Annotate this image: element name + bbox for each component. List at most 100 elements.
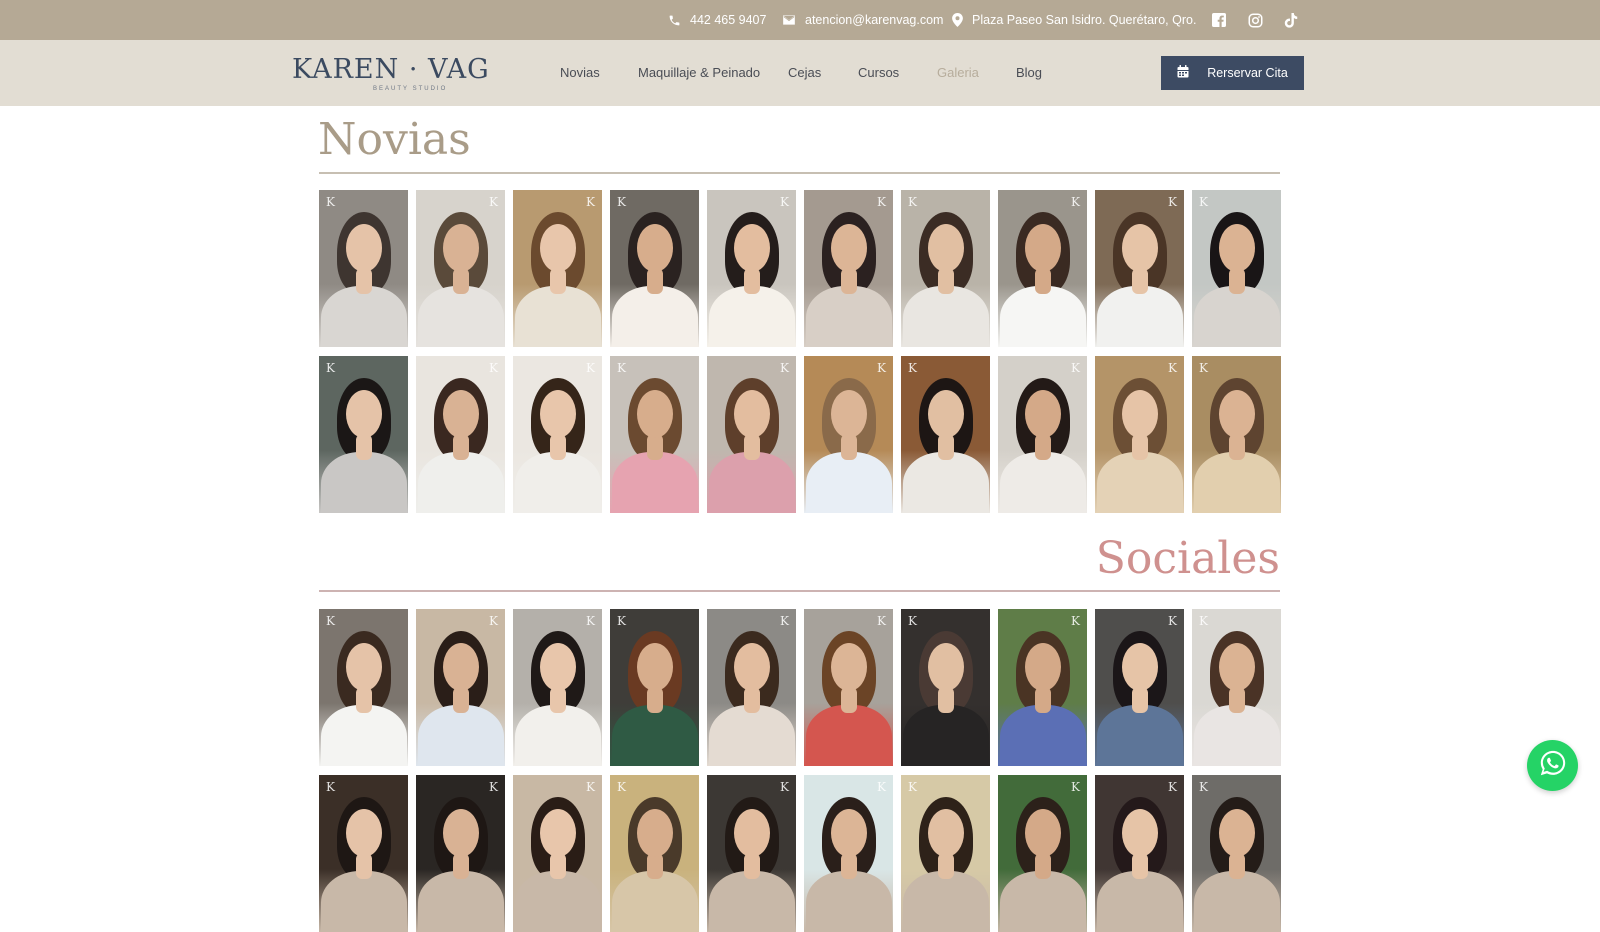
book-appointment-button[interactable]: Rerservar Cita xyxy=(1161,56,1304,90)
brand-logo[interactable]: KAREN · VAG BEAUTY STUDIO xyxy=(292,50,489,98)
phone-link[interactable]: 442 465 9407 xyxy=(668,0,766,40)
watermark-logo: K xyxy=(908,361,917,375)
novias-photo[interactable]: K xyxy=(998,190,1087,347)
nav-blog[interactable]: Blog xyxy=(1016,40,1042,106)
watermark-logo: K xyxy=(877,361,886,375)
novias-photo[interactable]: K xyxy=(1095,190,1184,347)
nav-galeria[interactable]: Galeria xyxy=(937,40,979,106)
photo-face-shape xyxy=(345,643,382,691)
sociales-photo[interactable]: K xyxy=(610,609,699,766)
sociales-photo[interactable]: K xyxy=(1192,775,1281,932)
watermark-logo: K xyxy=(1168,195,1177,209)
novias-photo[interactable]: K xyxy=(1192,356,1281,513)
watermark-logo: K xyxy=(1199,780,1208,794)
novias-photo[interactable]: K xyxy=(513,356,602,513)
sociales-photo[interactable]: K xyxy=(998,609,1087,766)
watermark-logo: K xyxy=(1199,614,1208,628)
watermark-logo: K xyxy=(908,780,917,794)
watermark-logo: K xyxy=(617,361,626,375)
photo-face-shape xyxy=(442,643,479,691)
tiktok-icon[interactable] xyxy=(1282,11,1300,29)
novias-photo[interactable]: K xyxy=(1095,356,1184,513)
sociales-photo[interactable]: K xyxy=(319,775,408,932)
photo-body-shape xyxy=(999,871,1086,932)
gallery-row-novias-2: KKKKKKKKKK xyxy=(319,356,1281,513)
address-link[interactable]: Plaza Paseo San Isidro. Querétaro, Qro. xyxy=(952,0,1196,40)
photo-body-shape xyxy=(514,705,601,766)
whatsapp-button[interactable] xyxy=(1527,740,1578,791)
sociales-photo[interactable]: K xyxy=(901,609,990,766)
photo-face-shape xyxy=(442,809,479,857)
novias-photo[interactable]: K xyxy=(901,190,990,347)
photo-body-shape xyxy=(902,705,989,766)
sociales-photo[interactable]: K xyxy=(998,775,1087,932)
novias-photo[interactable]: K xyxy=(804,190,893,347)
sociales-photo[interactable]: K xyxy=(513,775,602,932)
email-link[interactable]: atencion@karenvag.com xyxy=(782,0,943,40)
sociales-photo[interactable]: K xyxy=(319,609,408,766)
photo-body-shape xyxy=(708,286,795,347)
sociales-photo[interactable]: K xyxy=(804,609,893,766)
watermark-logo: K xyxy=(780,361,789,375)
photo-body-shape xyxy=(320,705,407,766)
photo-face-shape xyxy=(733,224,770,272)
novias-photo[interactable]: K xyxy=(610,190,699,347)
photo-face-shape xyxy=(830,809,867,857)
sociales-photo[interactable]: K xyxy=(416,609,505,766)
calendar-icon xyxy=(1177,65,1189,81)
sociales-photo[interactable]: K xyxy=(901,775,990,932)
facebook-icon[interactable] xyxy=(1210,11,1228,29)
photo-body-shape xyxy=(417,871,504,932)
sociales-photo[interactable]: K xyxy=(416,775,505,932)
novias-photo[interactable]: K xyxy=(610,356,699,513)
photo-body-shape xyxy=(1193,286,1280,347)
photo-body-shape xyxy=(611,452,698,513)
instagram-icon[interactable] xyxy=(1246,11,1264,29)
book-appointment-label: Rerservar Cita xyxy=(1207,66,1288,80)
sociales-photo[interactable]: K xyxy=(707,775,796,932)
photo-face-shape xyxy=(1218,224,1255,272)
photo-face-shape xyxy=(830,643,867,691)
novias-photo[interactable]: K xyxy=(416,356,505,513)
sociales-photo[interactable]: K xyxy=(610,775,699,932)
sociales-photo[interactable]: K xyxy=(707,609,796,766)
logo-subtitle: BEAUTY STUDIO xyxy=(373,86,448,92)
nav-cursos[interactable]: Cursos xyxy=(858,40,899,106)
watermark-logo: K xyxy=(877,614,886,628)
novias-photo[interactable]: K xyxy=(513,190,602,347)
photo-body-shape xyxy=(1096,871,1183,932)
photo-body-shape xyxy=(611,705,698,766)
photo-body-shape xyxy=(708,871,795,932)
sociales-photo[interactable]: K xyxy=(1095,775,1184,932)
photo-face-shape xyxy=(1218,643,1255,691)
novias-photo[interactable]: K xyxy=(901,356,990,513)
novias-photo[interactable]: K xyxy=(1192,190,1281,347)
photo-face-shape xyxy=(1121,224,1158,272)
nav-maquillaje-peinado[interactable]: Maquillaje & Peinado xyxy=(638,40,760,106)
photo-body-shape xyxy=(805,452,892,513)
watermark-logo: K xyxy=(1071,614,1080,628)
novias-photo[interactable]: K xyxy=(804,356,893,513)
photo-body-shape xyxy=(805,286,892,347)
photo-body-shape xyxy=(708,705,795,766)
sociales-photo[interactable]: K xyxy=(1095,609,1184,766)
sociales-photo[interactable]: K xyxy=(1192,609,1281,766)
photo-face-shape xyxy=(1024,390,1061,438)
novias-photo[interactable]: K xyxy=(319,356,408,513)
watermark-logo: K xyxy=(586,361,595,375)
watermark-logo: K xyxy=(326,614,335,628)
watermark-logo: K xyxy=(489,614,498,628)
sociales-photo[interactable]: K xyxy=(804,775,893,932)
photo-body-shape xyxy=(417,286,504,347)
watermark-logo: K xyxy=(1071,195,1080,209)
novias-photo[interactable]: K xyxy=(319,190,408,347)
nav-cejas[interactable]: Cejas xyxy=(788,40,821,106)
novias-photo[interactable]: K xyxy=(707,190,796,347)
sociales-photo[interactable]: K xyxy=(513,609,602,766)
novias-photo[interactable]: K xyxy=(416,190,505,347)
novias-photo[interactable]: K xyxy=(707,356,796,513)
nav-novias[interactable]: Novias xyxy=(560,40,600,106)
photo-face-shape xyxy=(539,224,576,272)
photo-body-shape xyxy=(1193,452,1280,513)
novias-photo[interactable]: K xyxy=(998,356,1087,513)
